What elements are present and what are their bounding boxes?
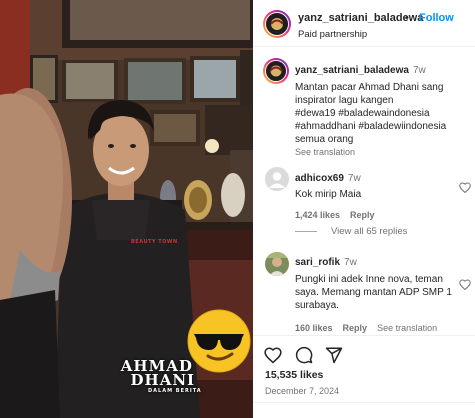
caption-hashtags-1[interactable]: #dewa19 #baladewaindonesia <box>295 107 475 120</box>
comment-likes[interactable]: 1,424 likes <box>295 210 340 220</box>
caption-username[interactable]: yanz_satriani_baladewa <box>295 65 409 76</box>
add-comment-bar[interactable] <box>253 402 475 418</box>
ahmad-dhani-watermark: AHMAD DHANI DALAM BERITA <box>120 357 202 394</box>
comment-see-translation[interactable]: See translation <box>377 323 437 333</box>
comment-icon[interactable] <box>295 346 313 364</box>
share-send-icon[interactable] <box>325 346 343 364</box>
comment-time: 7w <box>344 257 357 268</box>
comment-username[interactable]: sari_rofik <box>295 257 340 268</box>
shirt-print-text: BEAUTY TOWN <box>131 239 178 245</box>
comment-username[interactable]: adhicox69 <box>295 173 344 184</box>
follow-button[interactable]: Follow <box>419 12 454 24</box>
like-heart-icon[interactable] <box>264 346 282 364</box>
paid-partnership-label[interactable]: Paid partnership <box>298 29 367 40</box>
caption-line-2: inspirator lagu kangen <box>295 95 394 106</box>
comment-text-line-3: surabaya. <box>295 300 339 311</box>
reply-button[interactable]: Reply <box>343 323 368 333</box>
comment-time: 7w <box>347 173 361 184</box>
like-comment-heart-icon[interactable] <box>459 279 471 290</box>
header-separator: • <box>405 12 409 24</box>
post-header: yanz_satriani_baladewa • Follow Paid par… <box>253 0 475 47</box>
caption-line-1: Mantan pacar Ahmad Dhani sang <box>295 82 444 93</box>
caption-hashtags-2[interactable]: #ahmaddhani #baladewiindonesia <box>295 120 475 133</box>
comment-item: sari_rofik 7w Pungki ini adek Inne nova, … <box>253 252 475 333</box>
caption-time: 7w <box>412 65 426 76</box>
comment-likes[interactable]: 160 likes <box>295 323 333 333</box>
post-media[interactable]: BEAUTY TOWN AHMAD DHANI DALAM BERITA <box>0 0 253 418</box>
comment-meta: 1,424 likes Reply <box>295 210 475 220</box>
caption-see-translation[interactable]: See translation <box>295 147 475 157</box>
view-replies-label[interactable]: View all 65 replies <box>331 226 407 237</box>
reply-button[interactable]: Reply <box>350 210 375 220</box>
like-comment-heart-icon[interactable] <box>459 182 471 193</box>
caption-line-5: semua orang <box>295 134 354 145</box>
caption-block: yanz_satriani_baladewa 7w Mantan pacar Ah… <box>253 60 475 157</box>
post-likes-count[interactable]: 15,535 likes <box>265 369 323 381</box>
post-actions-bar <box>253 335 475 367</box>
comment-text-line-2: saya. Memang mantan ADP SMP 1 <box>295 287 452 298</box>
view-replies-button[interactable]: View all 65 replies <box>295 226 407 237</box>
post-details-panel: yanz_satriani_baladewa • Follow Paid par… <box>253 0 475 418</box>
avatar-image-icon <box>266 13 288 35</box>
replies-divider-line <box>295 230 317 232</box>
comment-meta: 160 likes Reply See translation <box>295 323 475 333</box>
post-date[interactable]: December 7, 2024 <box>265 386 339 396</box>
comment-text: Kok mirip Maia <box>295 189 362 200</box>
comment-text-line-1: Pungki ini adek Inne nova, teman <box>295 274 443 285</box>
avatar[interactable] <box>263 10 291 38</box>
comment-item: adhicox69 7w Kok mirip Maia 1,424 likes Re… <box>253 168 475 220</box>
